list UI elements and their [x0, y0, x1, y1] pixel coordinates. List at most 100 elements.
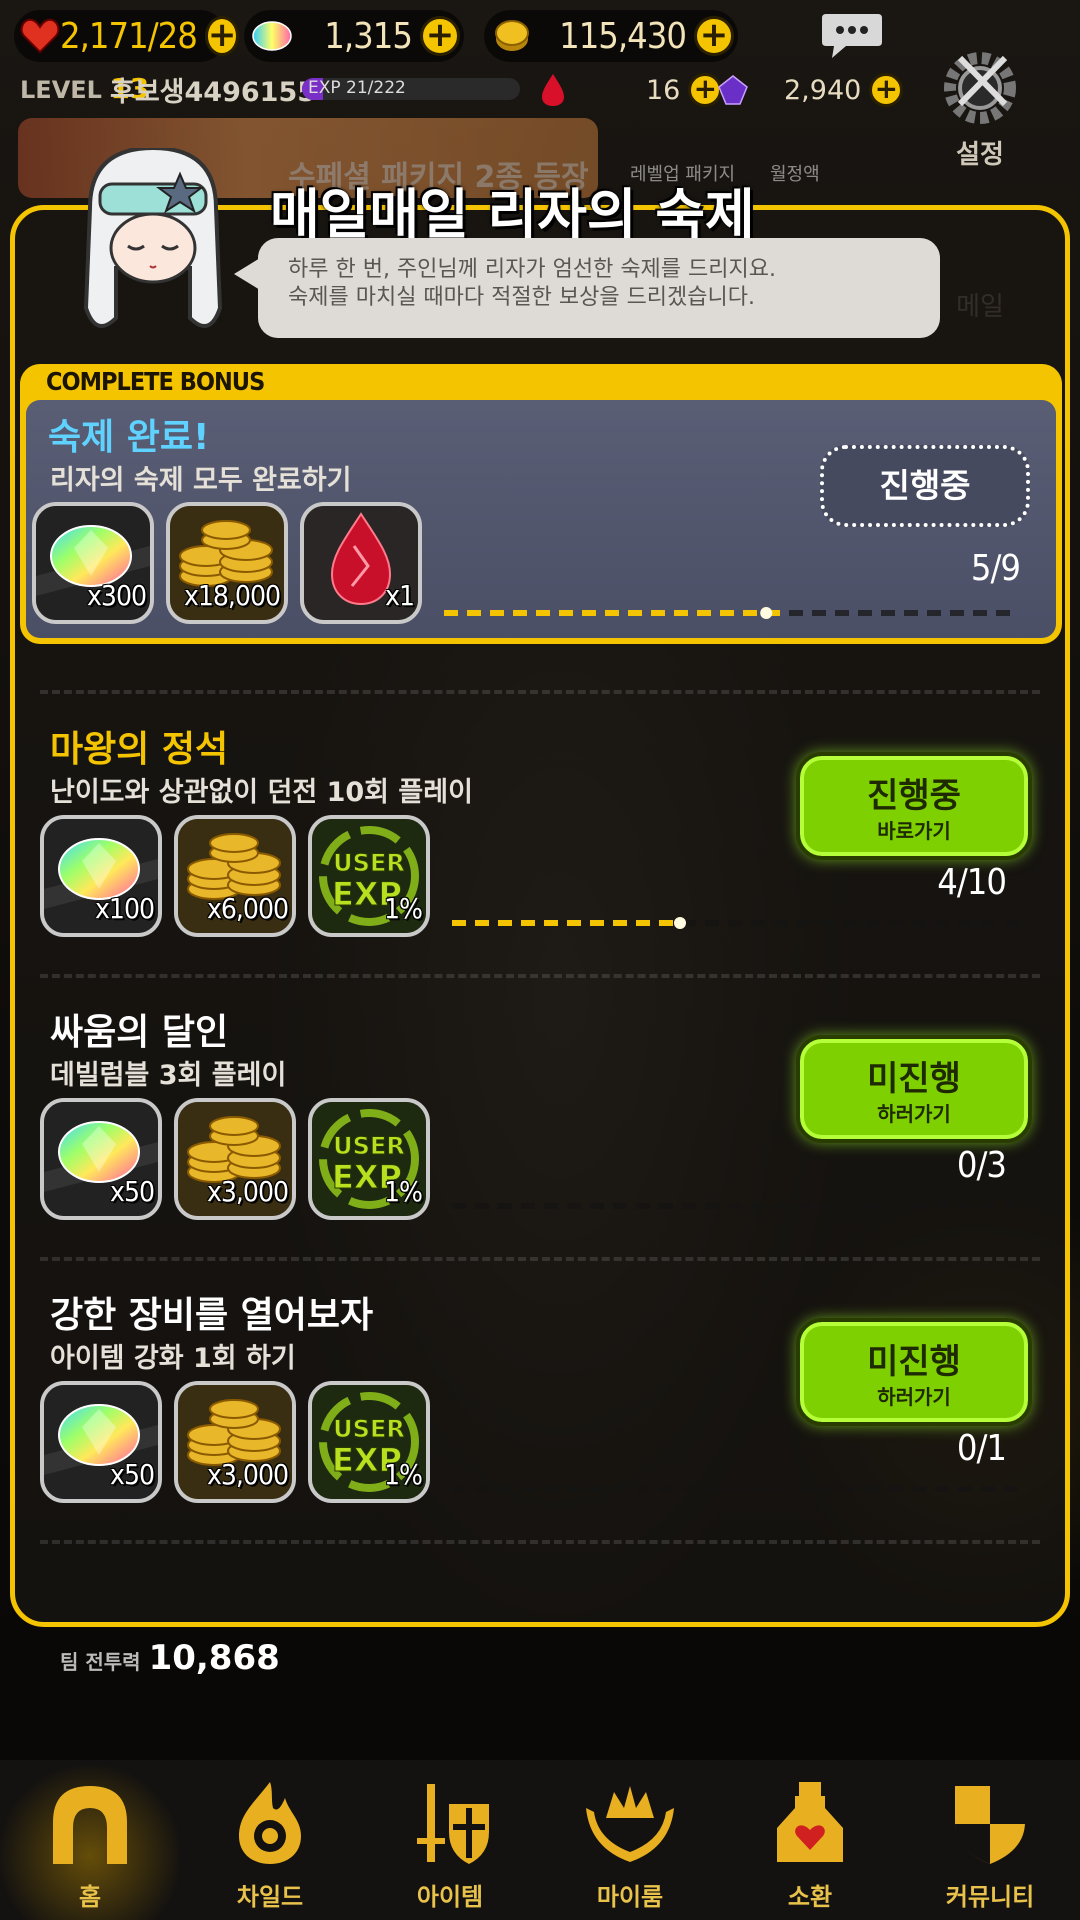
bonus-progress-bar — [444, 607, 1010, 619]
divider-4 — [40, 1540, 1040, 1544]
nav-item-1[interactable]: 홈 — [0, 1760, 180, 1920]
team-power: 팀 전투력 10,868 — [60, 1638, 280, 1678]
community-shield-icon — [900, 1760, 1080, 1872]
reward-count: x1 — [385, 579, 415, 612]
nav-item-5[interactable]: 소환 — [720, 1760, 900, 1920]
quest-go-button[interactable]: 미진행 하러가기 — [796, 1035, 1032, 1143]
nav-label: 커뮤니티 — [945, 1883, 1035, 1911]
progress-dash — [521, 1203, 535, 1209]
add-purple-stone-button[interactable]: + — [869, 73, 904, 107]
quest-title: 마왕의 정석 — [50, 729, 229, 770]
reward-count: 1% — [384, 1458, 423, 1491]
progress-dash — [728, 1486, 742, 1492]
settings-label: 설정 — [956, 140, 1004, 170]
progress-dash — [720, 610, 734, 616]
nav-item-4[interactable]: 마이룸 — [540, 1760, 720, 1920]
purple-stone-value: 2,940 — [784, 74, 862, 106]
progress-dash — [590, 1203, 604, 1209]
red-stone-resource: 16 + — [540, 70, 726, 110]
quest-progress: 4/10 — [937, 862, 1007, 903]
divider-1 — [40, 690, 1040, 694]
progress-dash — [789, 610, 803, 616]
progress-dash — [912, 1486, 926, 1492]
progress-dash — [605, 610, 619, 616]
quest-action-label: 하러가기 — [877, 1102, 951, 1126]
quest-3-reward-2[interactable]: x3,000 — [174, 1381, 296, 1503]
progress-dash — [467, 610, 481, 616]
add-gems-button[interactable]: + — [420, 16, 460, 56]
progress-dash — [981, 1486, 995, 1492]
quest-3-reward-1[interactable]: x50 — [40, 1381, 162, 1503]
heart-icon — [20, 14, 60, 58]
bonus-status-button[interactable]: 진행중 — [820, 445, 1030, 527]
progress-dash — [935, 1486, 949, 1492]
reward-count: x300 — [87, 579, 147, 612]
progress-dash — [498, 1486, 512, 1492]
chat-icon[interactable] — [820, 12, 884, 66]
settings-gear-icon[interactable] — [935, 40, 1025, 130]
progress-dash — [866, 1486, 880, 1492]
progress-dash — [659, 920, 673, 926]
bonus-reward-3[interactable]: x1 — [300, 502, 422, 624]
progress-dash — [935, 1203, 949, 1209]
quest-2-reward-3[interactable]: USER EXP 1% — [308, 1098, 430, 1220]
nav-label: 소환 — [787, 1883, 833, 1911]
quest-go-button[interactable]: 미진행 하러가기 — [796, 1318, 1032, 1426]
progress-dash — [958, 1486, 972, 1492]
svg-text:USER: USER — [333, 1132, 405, 1160]
progress-dash — [590, 1486, 604, 1492]
divider-2 — [40, 974, 1040, 978]
bonus-reward-1[interactable]: x300 — [32, 502, 154, 624]
bonus-reward-2[interactable]: x18,000 — [166, 502, 288, 624]
progress-sparkle-icon — [760, 607, 773, 619]
nav-label: 아이템 — [416, 1883, 484, 1911]
quest-3-reward-3[interactable]: USER EXP 1% — [308, 1381, 430, 1503]
add-hearts-button[interactable]: + — [204, 16, 240, 56]
progress-dash — [674, 610, 688, 616]
progress-dash — [659, 1486, 673, 1492]
level-label: LEVEL — [20, 76, 102, 104]
progress-dash — [636, 1203, 650, 1209]
quest-progress-bar — [452, 1486, 1018, 1492]
level-row: LEVEL 13 후보생4496155 EXP 21/222 16 + 2,94… — [0, 70, 1080, 110]
quest-progress: 0/3 — [956, 1145, 1007, 1186]
reward-count: x18,000 — [183, 579, 281, 612]
svg-text:USER: USER — [333, 1415, 405, 1443]
bottom-nav: 홈 차일드 아이템 마이룸 소환 커뮤니티 — [0, 1760, 1080, 1920]
red-stone-value: 16 — [646, 74, 681, 106]
progress-dash — [544, 920, 558, 926]
progress-dash — [751, 1486, 765, 1492]
quest-progress-bar — [452, 917, 1018, 929]
progress-dash — [843, 920, 857, 926]
progress-dash — [475, 1486, 489, 1492]
quest-1-reward-2[interactable]: x6,000 — [174, 815, 296, 937]
myroom-crown-icon — [540, 1760, 720, 1872]
progress-dash — [1004, 1486, 1018, 1492]
nav-item-2[interactable]: 차일드 — [180, 1760, 360, 1920]
exp-text: EXP 21/222 — [308, 78, 406, 98]
add-gold-button[interactable]: + — [694, 16, 734, 56]
nav-item-3[interactable]: 아이템 — [360, 1760, 540, 1920]
reward-count: x3,000 — [207, 1458, 289, 1491]
progress-dash — [820, 920, 834, 926]
progress-dash — [797, 920, 811, 926]
quest-2-reward-2[interactable]: x3,000 — [174, 1098, 296, 1220]
progress-dash — [797, 1203, 811, 1209]
progress-dash — [682, 1203, 696, 1209]
quest-1-reward-1[interactable]: x100 — [40, 815, 162, 937]
quest-progress: 0/1 — [956, 1428, 1007, 1469]
bonus-title: 숙제 완료! — [48, 417, 210, 458]
progress-dash — [774, 1486, 788, 1492]
quest-2-reward-1[interactable]: x50 — [40, 1098, 162, 1220]
summon-potion-icon — [720, 1760, 900, 1872]
quest-go-button[interactable]: 진행중 바로가기 — [796, 752, 1032, 860]
quest-status-label: 미진행 — [867, 1342, 961, 1382]
progress-dash — [751, 920, 765, 926]
progress-dash — [697, 610, 711, 616]
item-sword-shield-icon — [360, 1760, 540, 1872]
progress-dash — [651, 610, 665, 616]
gems-resource: 1,315 + — [244, 10, 464, 62]
reward-count: 1% — [384, 892, 423, 925]
quest-1-reward-3[interactable]: USER EXP 1% — [308, 815, 430, 937]
nav-item-6[interactable]: 커뮤니티 — [900, 1760, 1080, 1920]
